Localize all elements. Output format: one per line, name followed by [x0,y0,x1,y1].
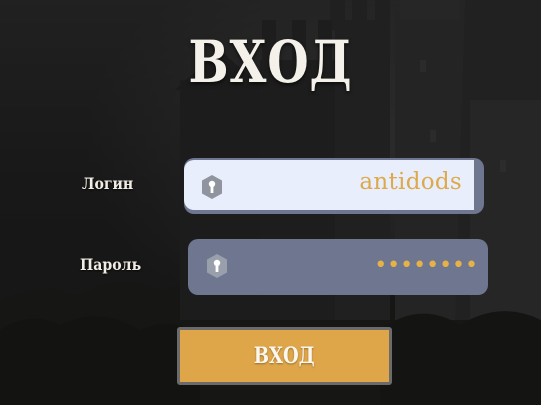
login-button[interactable]: ВХОД [177,327,392,385]
login-input[interactable]: antidods [184,160,474,210]
login-button-label: ВХОД [253,343,315,369]
password-field[interactable]: •••••••• [188,239,488,295]
page-title: ВХОД [188,28,353,96]
login-field[interactable]: antidods [184,158,484,214]
key-icon [202,175,222,199]
key-icon [207,254,227,278]
password-label: Пароль [80,255,142,274]
password-value: •••••••• [374,253,478,278]
login-value: antidods [359,169,462,195]
login-label: Логин [82,174,134,193]
